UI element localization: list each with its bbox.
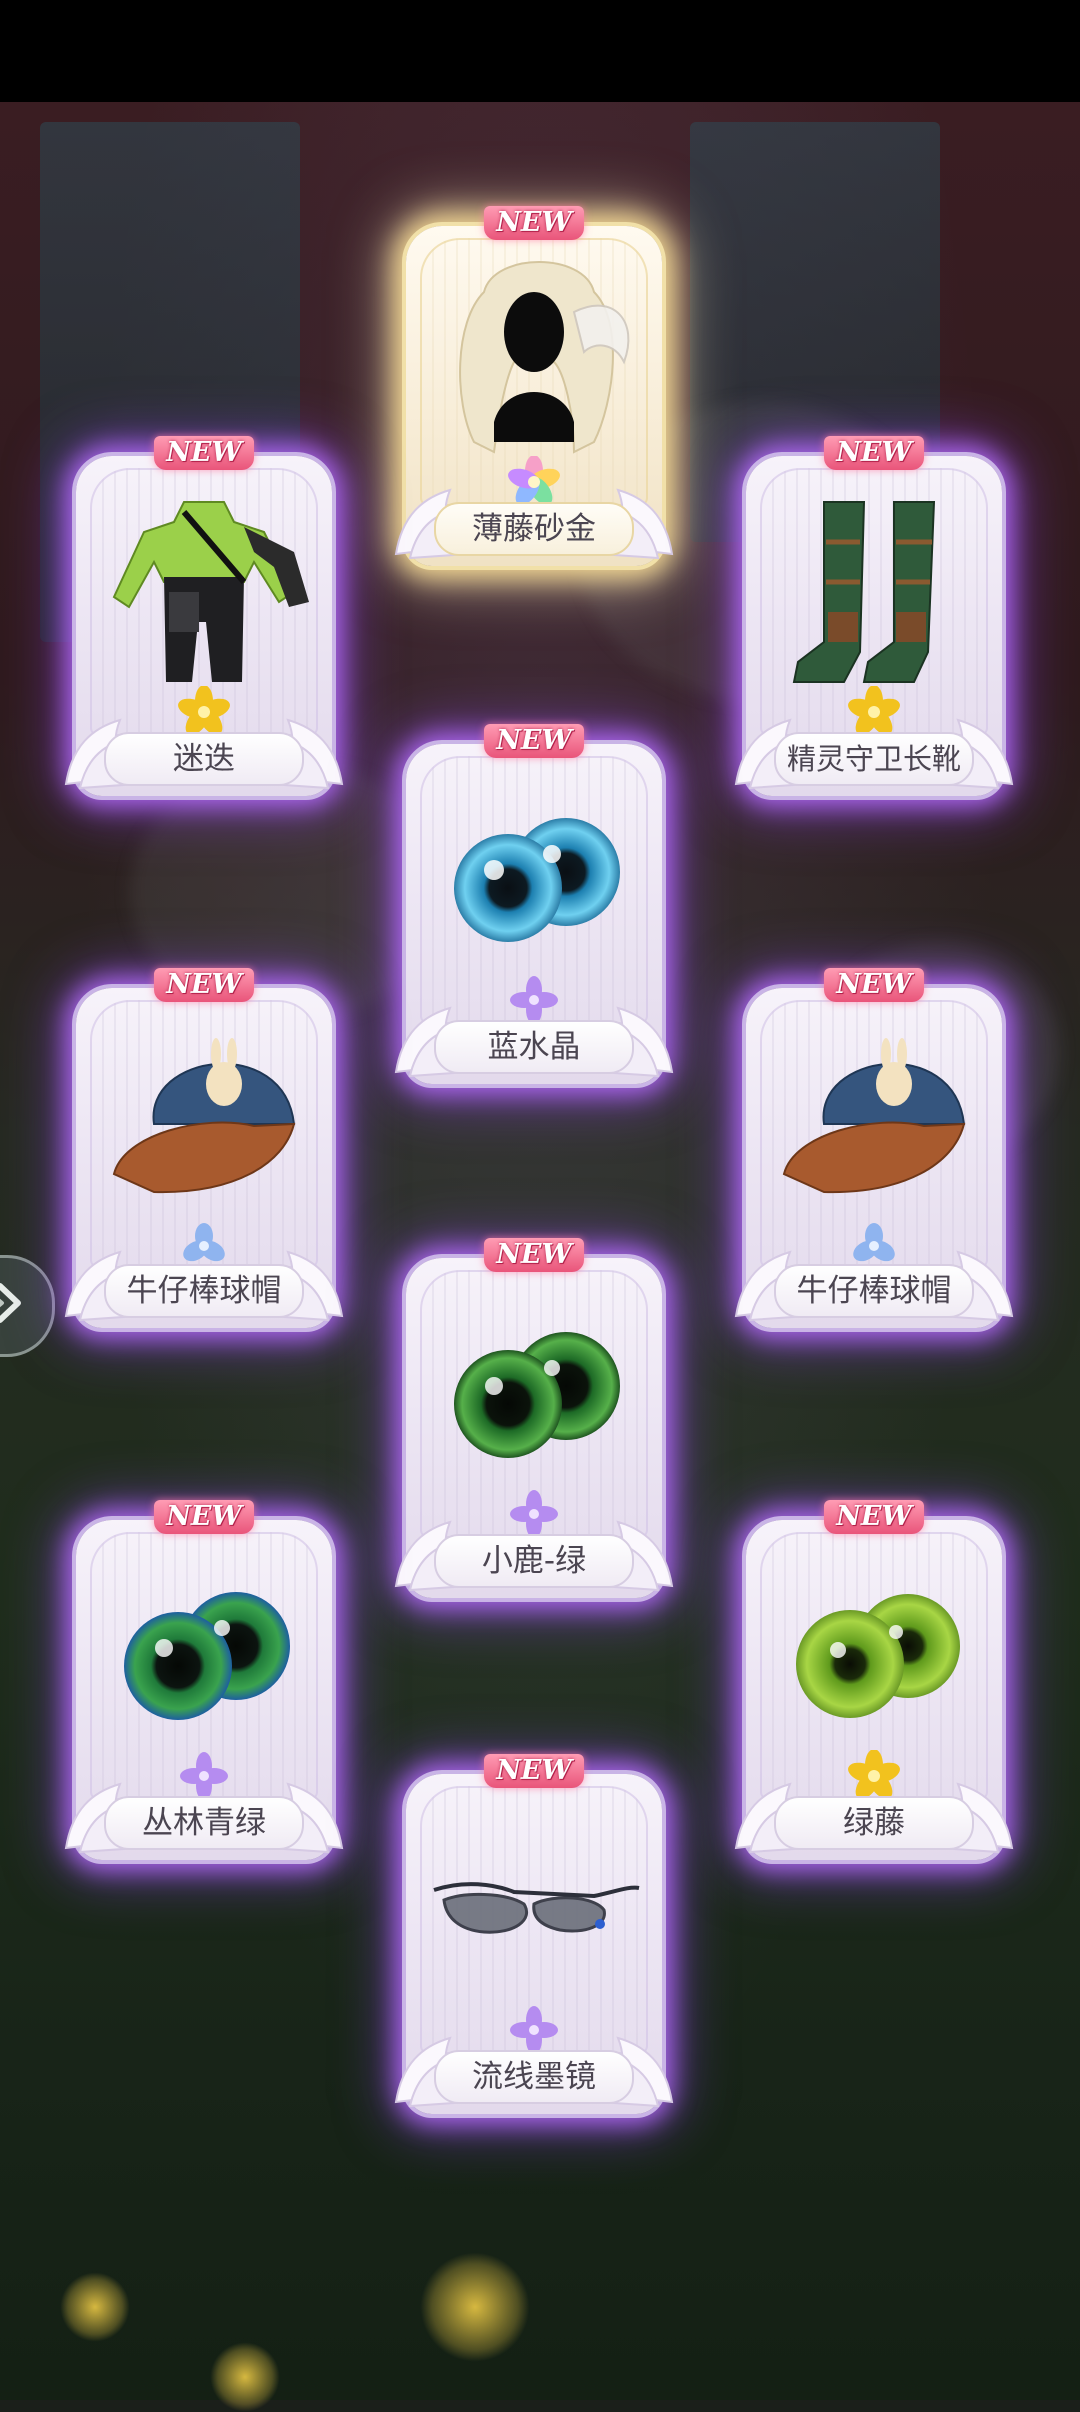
new-badge: NEW <box>484 206 584 240</box>
reward-card[interactable]: NEW 绿藤 <box>746 1500 1002 1860</box>
new-badge: NEW <box>824 1500 924 1534</box>
item-name-label: 小鹿-绿 <box>434 1534 634 1588</box>
item-name-label: 绿藤 <box>774 1796 974 1850</box>
reward-card[interactable]: NEW 丛林青绿 <box>76 1500 332 1860</box>
eyes-blue-icon <box>454 818 620 942</box>
new-badge: NEW <box>484 724 584 758</box>
item-name-label: 牛仔棒球帽 <box>774 1264 974 1318</box>
ground-flower <box>420 2252 530 2362</box>
hair-icon <box>459 261 630 454</box>
item-name-label: 牛仔棒球帽 <box>104 1264 304 1318</box>
new-badge: NEW <box>154 968 254 1002</box>
outfit-icon <box>112 501 309 682</box>
new-badge: NEW <box>484 1238 584 1272</box>
status-bar <box>0 0 1080 102</box>
cap-icon <box>782 1038 966 1194</box>
glasses-icon <box>433 1882 640 1934</box>
eyes-green-icon <box>454 1332 620 1458</box>
reward-card[interactable]: NEW 流线墨镜 <box>406 1754 662 2114</box>
new-badge: NEW <box>484 1754 584 1788</box>
eyes-lime-icon <box>796 1594 960 1718</box>
reward-card[interactable]: NEW 牛仔棒球帽 <box>746 968 1002 1328</box>
cap-icon <box>112 1038 296 1194</box>
reward-card[interactable]: NEW 牛仔棒球帽 <box>76 968 332 1328</box>
item-name-label: 流线墨镜 <box>434 2050 634 2104</box>
item-name-label: 迷迭 <box>104 732 304 786</box>
reward-card[interactable]: NEW 迷迭 <box>76 436 332 796</box>
item-name-label: 精灵守卫长靴 <box>774 732 974 786</box>
item-name-label: 丛林青绿 <box>104 1796 304 1850</box>
ground-flower <box>60 2272 130 2342</box>
reward-card[interactable]: NEW 精灵守卫长靴 <box>746 436 1002 796</box>
chevron-right-icon <box>0 1283 21 1323</box>
reward-card[interactable]: NEW 薄藤砂金 <box>406 206 662 566</box>
item-name-label: 蓝水晶 <box>434 1020 634 1074</box>
eyes-teal-icon <box>124 1592 290 1720</box>
new-badge: NEW <box>824 968 924 1002</box>
new-badge: NEW <box>824 436 924 470</box>
item-name-label: 薄藤砂金 <box>434 502 634 556</box>
ground-flower <box>210 2342 280 2412</box>
new-badge: NEW <box>154 1500 254 1534</box>
boots-icon <box>792 501 936 683</box>
reward-card[interactable]: NEW 小鹿-绿 <box>406 1238 662 1598</box>
new-badge: NEW <box>154 436 254 470</box>
reward-card[interactable]: NEW 蓝水晶 <box>406 724 662 1084</box>
